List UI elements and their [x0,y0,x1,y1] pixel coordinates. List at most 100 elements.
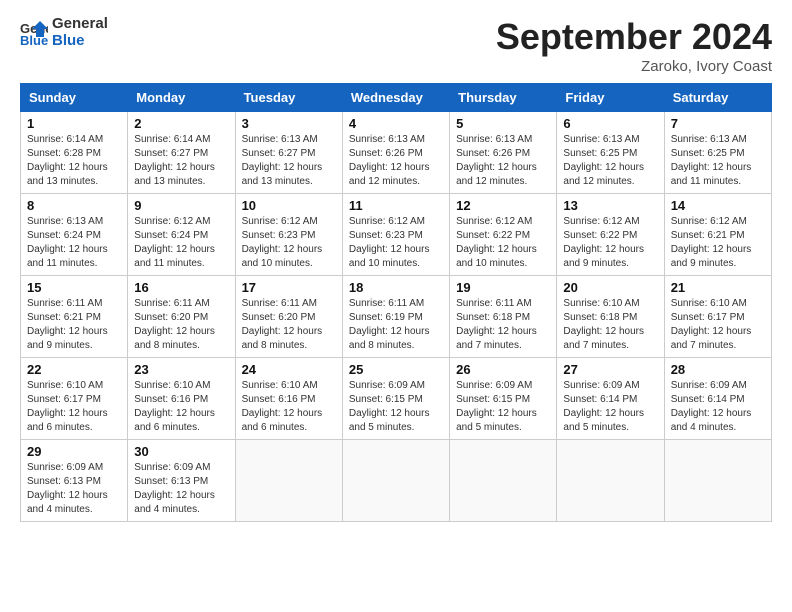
day-header-monday: Monday [128,84,235,112]
day-detail: Sunrise: 6:11 AMSunset: 6:19 PMDaylight:… [349,298,430,351]
calendar-cell: 23 Sunrise: 6:10 AMSunset: 6:16 PMDayligh… [128,358,235,440]
day-number: 10 [242,198,336,213]
day-detail: Sunrise: 6:10 AMSunset: 6:17 PMDaylight:… [671,298,752,351]
calendar-cell: 14Sunrise: 6:12 AMSunset: 6:21 PMDayligh… [664,194,771,276]
calendar-cell: 29 Sunrise: 6:09 AMSunset: 6:13 PMDayligh… [21,440,128,522]
day-detail: Sunrise: 6:12 AMSunset: 6:22 PMDaylight:… [456,216,537,269]
calendar-cell: 28Sunrise: 6:09 AMSunset: 6:14 PMDayligh… [664,358,771,440]
logo-blue: Blue [52,33,108,50]
day-number: 22 [27,362,121,377]
calendar-cell: 12 Sunrise: 6:12 AMSunset: 6:22 PMDayligh… [450,194,557,276]
calendar-cell: 25 Sunrise: 6:09 AMSunset: 6:15 PMDayligh… [342,358,449,440]
calendar-cell [235,440,342,522]
day-header-wednesday: Wednesday [342,84,449,112]
day-detail: Sunrise: 6:12 AMSunset: 6:23 PMDaylight:… [349,216,430,269]
day-detail: Sunrise: 6:12 AMSunset: 6:22 PMDaylight:… [563,216,644,269]
day-detail: Sunrise: 6:09 AMSunset: 6:15 PMDaylight:… [456,380,537,433]
calendar-cell: 21Sunrise: 6:10 AMSunset: 6:17 PMDayligh… [664,276,771,358]
calendar-cell: 27 Sunrise: 6:09 AMSunset: 6:14 PMDayligh… [557,358,664,440]
day-number: 30 [134,444,228,459]
calendar-cell: 19 Sunrise: 6:11 AMSunset: 6:18 PMDayligh… [450,276,557,358]
day-number: 26 [456,362,550,377]
day-number: 20 [563,280,657,295]
day-detail: Sunrise: 6:11 AMSunset: 6:21 PMDaylight:… [27,298,108,351]
day-detail: Sunrise: 6:11 AMSunset: 6:18 PMDaylight:… [456,298,537,351]
day-detail: Sunrise: 6:10 AMSunset: 6:16 PMDaylight:… [242,380,323,433]
day-number: 7 [671,116,765,131]
calendar-cell: 22 Sunrise: 6:10 AMSunset: 6:17 PMDayligh… [21,358,128,440]
day-detail: Sunrise: 6:09 AMSunset: 6:15 PMDaylight:… [349,380,430,433]
calendar-cell: 1 Sunrise: 6:14 AMSunset: 6:28 PMDaylight… [21,112,128,194]
calendar-cell [450,440,557,522]
day-detail: Sunrise: 6:11 AMSunset: 6:20 PMDaylight:… [242,298,323,351]
calendar-table: SundayMondayTuesdayWednesdayThursdayFrid… [20,83,772,522]
day-number: 2 [134,116,228,131]
calendar-cell: 10 Sunrise: 6:12 AMSunset: 6:23 PMDayligh… [235,194,342,276]
calendar-cell: 8Sunrise: 6:13 AMSunset: 6:24 PMDaylight… [21,194,128,276]
calendar-week-5: 29 Sunrise: 6:09 AMSunset: 6:13 PMDayligh… [21,440,772,522]
calendar-week-1: 1 Sunrise: 6:14 AMSunset: 6:28 PMDaylight… [21,112,772,194]
calendar-cell: 17 Sunrise: 6:11 AMSunset: 6:20 PMDayligh… [235,276,342,358]
calendar-cell: 7 Sunrise: 6:13 AMSunset: 6:25 PMDaylight… [664,112,771,194]
day-detail: Sunrise: 6:09 AMSunset: 6:14 PMDaylight:… [671,380,752,433]
day-detail: Sunrise: 6:10 AMSunset: 6:16 PMDaylight:… [134,380,215,433]
day-number: 1 [27,116,121,131]
day-number: 6 [563,116,657,131]
day-detail: Sunrise: 6:11 AMSunset: 6:20 PMDaylight:… [134,298,215,351]
day-number: 9 [134,198,228,213]
day-header-thursday: Thursday [450,84,557,112]
day-detail: Sunrise: 6:12 AMSunset: 6:23 PMDaylight:… [242,216,323,269]
day-number: 12 [456,198,550,213]
calendar-cell [664,440,771,522]
logo-general: General [52,15,108,32]
day-number: 4 [349,116,443,131]
calendar-week-2: 8Sunrise: 6:13 AMSunset: 6:24 PMDaylight… [21,194,772,276]
day-detail: Sunrise: 6:10 AMSunset: 6:18 PMDaylight:… [563,298,644,351]
day-detail: Sunrise: 6:13 AMSunset: 6:25 PMDaylight:… [671,134,752,187]
calendar-cell: 24 Sunrise: 6:10 AMSunset: 6:16 PMDayligh… [235,358,342,440]
logo: General Blue General Blue [20,16,108,49]
day-number: 13 [563,198,657,213]
calendar-body: 1 Sunrise: 6:14 AMSunset: 6:28 PMDaylight… [21,112,772,522]
day-number: 16 [134,280,228,295]
logo-icon: General Blue [20,19,48,47]
day-number: 17 [242,280,336,295]
day-detail: Sunrise: 6:10 AMSunset: 6:17 PMDaylight:… [27,380,108,433]
day-header-saturday: Saturday [664,84,771,112]
day-detail: Sunrise: 6:09 AMSunset: 6:13 PMDaylight:… [134,462,215,515]
calendar-cell: 2 Sunrise: 6:14 AMSunset: 6:27 PMDaylight… [128,112,235,194]
calendar-cell: 30 Sunrise: 6:09 AMSunset: 6:13 PMDayligh… [128,440,235,522]
day-detail: Sunrise: 6:13 AMSunset: 6:27 PMDaylight:… [242,134,323,187]
day-detail: Sunrise: 6:14 AMSunset: 6:28 PMDaylight:… [27,134,108,187]
calendar-week-4: 22 Sunrise: 6:10 AMSunset: 6:17 PMDayligh… [21,358,772,440]
day-number: 27 [563,362,657,377]
day-detail: Sunrise: 6:13 AMSunset: 6:25 PMDaylight:… [563,134,644,187]
calendar-week-3: 15 Sunrise: 6:11 AMSunset: 6:21 PMDayligh… [21,276,772,358]
calendar-header-row: SundayMondayTuesdayWednesdayThursdayFrid… [21,84,772,112]
day-number: 23 [134,362,228,377]
day-header-tuesday: Tuesday [235,84,342,112]
calendar-cell: 13 Sunrise: 6:12 AMSunset: 6:22 PMDayligh… [557,194,664,276]
calendar-cell: 3 Sunrise: 6:13 AMSunset: 6:27 PMDaylight… [235,112,342,194]
day-number: 29 [27,444,121,459]
day-detail: Sunrise: 6:09 AMSunset: 6:13 PMDaylight:… [27,462,108,515]
day-number: 24 [242,362,336,377]
month-title: September 2024 [496,16,772,58]
day-number: 25 [349,362,443,377]
day-number: 15 [27,280,121,295]
calendar-cell: 4Sunrise: 6:13 AMSunset: 6:26 PMDaylight… [342,112,449,194]
calendar-cell: 11Sunrise: 6:12 AMSunset: 6:23 PMDayligh… [342,194,449,276]
day-detail: Sunrise: 6:09 AMSunset: 6:14 PMDaylight:… [563,380,644,433]
day-number: 19 [456,280,550,295]
day-detail: Sunrise: 6:12 AMSunset: 6:24 PMDaylight:… [134,216,215,269]
title-area: September 2024 Zaroko, Ivory Coast [496,16,772,75]
calendar-cell: 18Sunrise: 6:11 AMSunset: 6:19 PMDayligh… [342,276,449,358]
day-detail: Sunrise: 6:14 AMSunset: 6:27 PMDaylight:… [134,134,215,187]
location-title: Zaroko, Ivory Coast [496,58,772,75]
day-header-friday: Friday [557,84,664,112]
calendar-cell [342,440,449,522]
calendar-cell: 5Sunrise: 6:13 AMSunset: 6:26 PMDaylight… [450,112,557,194]
calendar-cell: 9 Sunrise: 6:12 AMSunset: 6:24 PMDaylight… [128,194,235,276]
day-number: 3 [242,116,336,131]
calendar-cell: 15 Sunrise: 6:11 AMSunset: 6:21 PMDayligh… [21,276,128,358]
